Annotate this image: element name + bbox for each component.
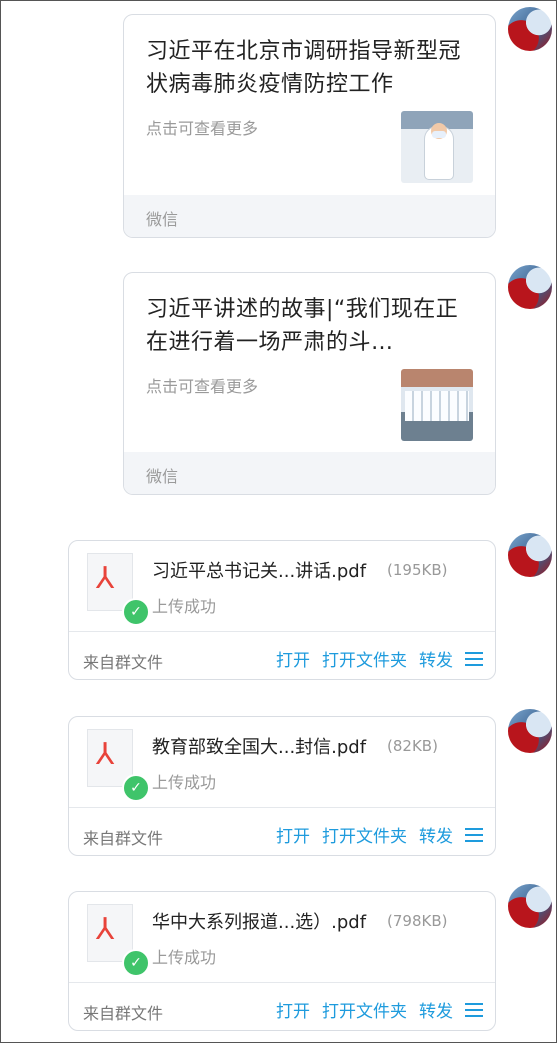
article-title: 习近平在北京市调研指导新型冠状病毒肺炎疫情防控工作: [146, 39, 462, 97]
avatar[interactable]: [508, 884, 552, 928]
article-source: 微信: [146, 467, 179, 486]
forward-button[interactable]: 转发: [419, 646, 453, 671]
open-folder-button[interactable]: 打开文件夹: [322, 822, 407, 847]
file-name[interactable]: 华中大系列报道...选）.pdf: [152, 908, 366, 934]
file-source: 来自群文件: [83, 829, 164, 848]
article-thumbnail: [401, 111, 473, 183]
hamburger-menu-icon[interactable]: [465, 1002, 483, 1017]
divider: [69, 807, 495, 808]
article-source: 微信: [146, 210, 179, 229]
divider: [69, 631, 495, 632]
upload-status: 上传成功: [152, 773, 217, 792]
file-name[interactable]: 教育部致全国大...封信.pdf: [152, 733, 366, 759]
avatar[interactable]: [508, 533, 552, 577]
avatar[interactable]: [508, 7, 552, 51]
divider: [69, 982, 495, 983]
file-source: 来自群文件: [83, 1004, 164, 1023]
check-icon: ✓: [122, 774, 150, 802]
avatar[interactable]: [508, 709, 552, 753]
article-desc: 点击可查看更多: [146, 377, 259, 396]
avatar[interactable]: [508, 265, 552, 309]
article-card[interactable]: 习近平在北京市调研指导新型冠状病毒肺炎疫情防控工作 点击可查看更多 微信: [123, 14, 496, 238]
check-icon: ✓: [122, 949, 150, 977]
article-footer: 微信: [124, 452, 495, 494]
file-card[interactable]: ⅄ ✓ 教育部致全国大...封信.pdf (82KB) 上传成功 来自群文件 打…: [68, 716, 496, 856]
open-button[interactable]: 打开: [276, 822, 310, 847]
file-size: (82KB): [387, 737, 438, 755]
open-folder-button[interactable]: 打开文件夹: [322, 646, 407, 671]
article-footer: 微信: [124, 195, 495, 237]
file-card[interactable]: ⅄ ✓ 华中大系列报道...选）.pdf (798KB) 上传成功 来自群文件 …: [68, 891, 496, 1031]
check-icon: ✓: [122, 598, 150, 626]
article-thumbnail: [401, 369, 473, 441]
file-name[interactable]: 习近平总书记关...讲话.pdf: [152, 557, 366, 583]
open-folder-button[interactable]: 打开文件夹: [322, 997, 407, 1022]
open-button[interactable]: 打开: [276, 997, 310, 1022]
hamburger-menu-icon[interactable]: [465, 651, 483, 666]
forward-button[interactable]: 转发: [419, 822, 453, 847]
upload-status: 上传成功: [152, 948, 217, 967]
article-card[interactable]: 习近平讲述的故事|“我们现在正在进行着一场严肃的斗… 点击可查看更多 微信: [123, 272, 496, 495]
article-title: 习近平讲述的故事|“我们现在正在进行着一场严肃的斗…: [146, 297, 459, 355]
hamburger-menu-icon[interactable]: [465, 827, 483, 842]
file-size: (798KB): [387, 912, 448, 930]
file-source: 来自群文件: [83, 653, 164, 672]
open-button[interactable]: 打开: [276, 646, 310, 671]
forward-button[interactable]: 转发: [419, 997, 453, 1022]
file-size: (195KB): [387, 561, 448, 579]
article-desc: 点击可查看更多: [146, 119, 259, 138]
upload-status: 上传成功: [152, 597, 217, 616]
file-card[interactable]: ⅄ ✓ 习近平总书记关...讲话.pdf (195KB) 上传成功 来自群文件 …: [68, 540, 496, 680]
